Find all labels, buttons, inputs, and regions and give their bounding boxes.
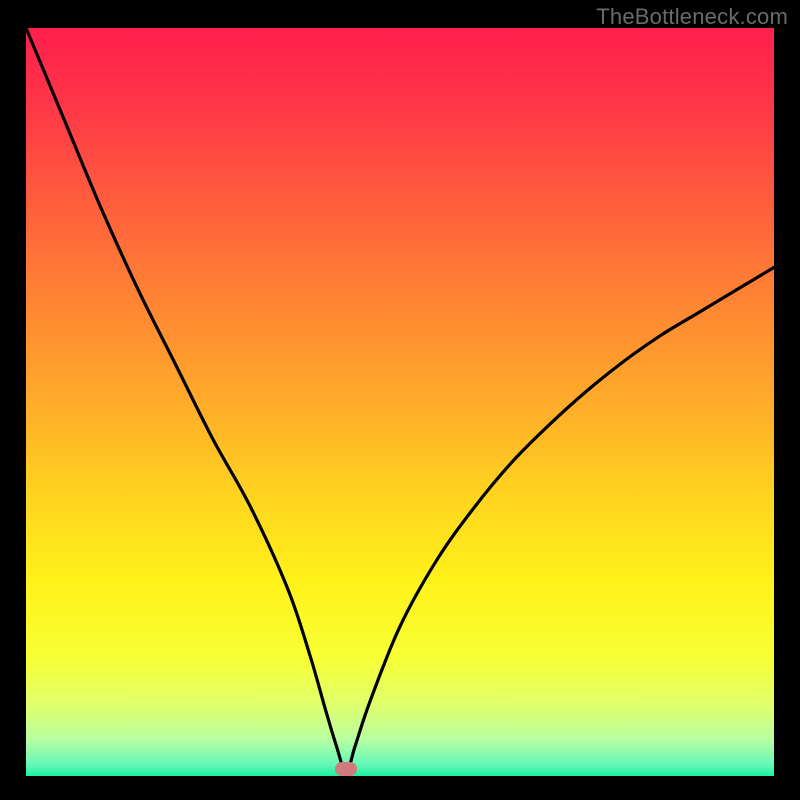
plot-area xyxy=(26,28,774,776)
optimum-marker xyxy=(335,762,357,776)
chart-frame: TheBottleneck.com xyxy=(0,0,800,800)
watermark-text: TheBottleneck.com xyxy=(596,4,788,30)
curve-layer xyxy=(26,28,774,776)
bottleneck-curve xyxy=(26,28,774,772)
